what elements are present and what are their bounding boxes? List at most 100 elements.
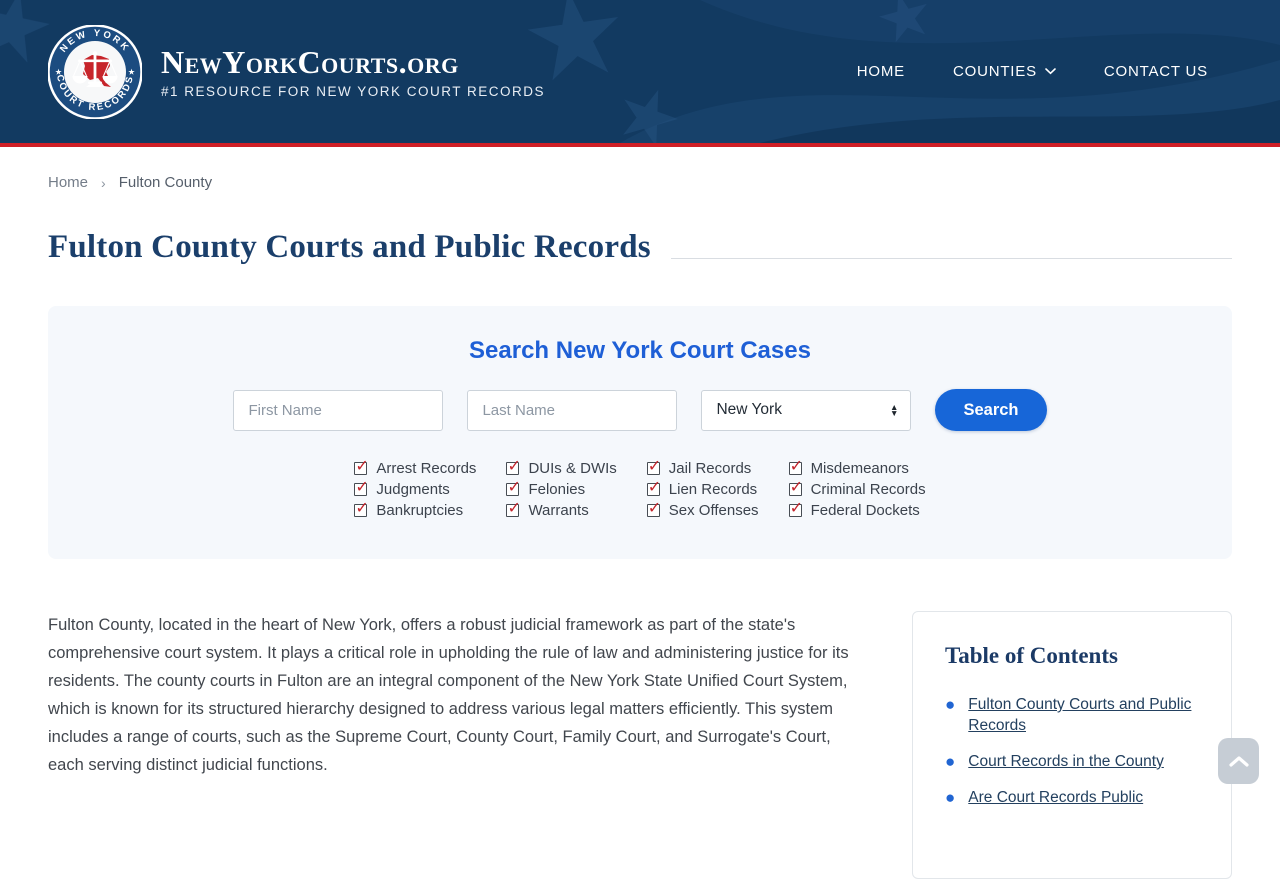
- search-panel: Search New York Court Cases New York ▲ ▼…: [48, 306, 1232, 559]
- checkbox-label: Federal Dockets: [811, 502, 920, 519]
- checkbox-criminal-records[interactable]: ✓ Criminal Records: [789, 479, 926, 500]
- site-logo[interactable]: NEW YORK COURT RECORDS NewYorkCourts.org…: [48, 25, 545, 119]
- checkbox-jail-records[interactable]: ✓ Jail Records: [647, 458, 759, 479]
- checked-checkbox-icon[interactable]: ✓: [789, 462, 802, 475]
- page-title: Fulton County Courts and Public Records: [48, 228, 651, 266]
- record-type-checkbox-grid: ✓ Arrest Records ✓ Judgments ✓ Bankruptc…: [48, 458, 1232, 521]
- main-row: Fulton County, located in the heart of N…: [48, 611, 1232, 879]
- checkbox-label: Sex Offenses: [669, 502, 759, 519]
- court-records-seal-icon: NEW YORK COURT RECORDS: [48, 25, 142, 119]
- toc-link-court-records-county[interactable]: Court Records in the County: [968, 751, 1164, 772]
- first-name-input[interactable]: [233, 390, 443, 431]
- check-icon: ✓: [507, 477, 520, 497]
- check-icon: ✓: [355, 498, 368, 518]
- checked-checkbox-icon[interactable]: ✓: [647, 483, 660, 496]
- checkbox-misdemeanors[interactable]: ✓ Misdemeanors: [789, 458, 926, 479]
- toc-heading: Table of Contents: [945, 643, 1199, 669]
- nav-counties-label: COUNTIES: [953, 63, 1037, 80]
- toc-link-fulton-county-courts[interactable]: Fulton County Courts and Public Records: [968, 694, 1199, 736]
- check-icon: ✓: [790, 456, 803, 476]
- nav-home[interactable]: HOME: [857, 63, 905, 80]
- checked-checkbox-icon[interactable]: ✓: [354, 504, 367, 517]
- nav-contact-us[interactable]: CONTACT US: [1104, 63, 1208, 80]
- checked-checkbox-icon[interactable]: ✓: [647, 504, 660, 517]
- search-heading: Search New York Court Cases: [48, 337, 1232, 365]
- checkbox-bankruptcies[interactable]: ✓ Bankruptcies: [354, 500, 476, 521]
- checkbox-warrants[interactable]: ✓ Warrants: [506, 500, 616, 521]
- article-text: Fulton County, located in the heart of N…: [48, 611, 870, 779]
- checked-checkbox-icon[interactable]: ✓: [647, 462, 660, 475]
- breadcrumb-separator-icon: ›: [101, 175, 106, 191]
- checkbox-label: Warrants: [528, 502, 588, 519]
- checked-checkbox-icon[interactable]: ✓: [789, 504, 802, 517]
- checkbox-duis-dwis[interactable]: ✓ DUIs & DWIs: [506, 458, 616, 479]
- checked-checkbox-icon[interactable]: ✓: [506, 462, 519, 475]
- brand-text: NewYorkCourts.org #1 RESOURCE FOR NEW YO…: [161, 45, 545, 99]
- check-icon: ✓: [648, 456, 661, 476]
- checked-checkbox-icon[interactable]: ✓: [506, 483, 519, 496]
- search-form-row: New York ▲ ▼ Search: [48, 389, 1232, 431]
- toc-link-are-court-records-public[interactable]: Are Court Records Public: [968, 787, 1143, 808]
- checkbox-label: Criminal Records: [811, 481, 926, 498]
- state-select[interactable]: New York ▲ ▼: [701, 390, 911, 431]
- checked-checkbox-icon[interactable]: ✓: [789, 483, 802, 496]
- check-icon: ✓: [648, 477, 661, 497]
- checked-checkbox-icon[interactable]: ✓: [354, 483, 367, 496]
- toc-item: ● Fulton County Courts and Public Record…: [945, 694, 1199, 736]
- toc-item: ● Are Court Records Public: [945, 787, 1199, 808]
- checkbox-sex-offenses[interactable]: ✓ Sex Offenses: [647, 500, 759, 521]
- check-icon: ✓: [507, 456, 520, 476]
- header-accent-rule: [0, 143, 1280, 147]
- checkbox-federal-dockets[interactable]: ✓ Federal Dockets: [789, 500, 926, 521]
- checkbox-column: ✓ Jail Records ✓ Lien Records ✓ Sex Offe…: [647, 458, 759, 521]
- checked-checkbox-icon[interactable]: ✓: [354, 462, 367, 475]
- nav-counties[interactable]: COUNTIES: [953, 63, 1056, 80]
- table-of-contents: Table of Contents ● Fulton County Courts…: [912, 611, 1232, 879]
- checkbox-label: Arrest Records: [376, 460, 476, 477]
- search-button[interactable]: Search: [935, 389, 1046, 431]
- bullet-icon: ●: [945, 787, 955, 808]
- checkbox-label: Jail Records: [669, 460, 752, 477]
- checkbox-judgments[interactable]: ✓ Judgments: [354, 479, 476, 500]
- checkbox-lien-records[interactable]: ✓ Lien Records: [647, 479, 759, 500]
- checked-checkbox-icon[interactable]: ✓: [506, 504, 519, 517]
- bullet-icon: ●: [945, 694, 955, 736]
- checkbox-arrest-records[interactable]: ✓ Arrest Records: [354, 458, 476, 479]
- check-icon: ✓: [355, 477, 368, 497]
- checkbox-label: Judgments: [376, 481, 449, 498]
- intro-paragraph: Fulton County, located in the heart of N…: [48, 611, 870, 779]
- checkbox-label: Misdemeanors: [811, 460, 909, 477]
- chevron-down-icon: [1045, 68, 1056, 75]
- main-nav: HOME COUNTIES CONTACT US: [857, 63, 1208, 80]
- site-title: NewYorkCourts.org: [161, 45, 545, 79]
- title-row: Fulton County Courts and Public Records: [48, 228, 1232, 266]
- last-name-input[interactable]: [467, 390, 677, 431]
- checkbox-label: Bankruptcies: [376, 502, 463, 519]
- check-icon: ✓: [790, 498, 803, 518]
- page-content: Home › Fulton County Fulton County Court…: [0, 174, 1280, 879]
- state-select-value: New York: [716, 401, 781, 419]
- scroll-to-top-button[interactable]: [1218, 738, 1259, 784]
- check-icon: ✓: [648, 498, 661, 518]
- checkbox-felonies[interactable]: ✓ Felonies: [506, 479, 616, 500]
- site-header: NEW YORK COURT RECORDS NewYorkCourts.org…: [0, 0, 1280, 143]
- header-inner: NEW YORK COURT RECORDS NewYorkCourts.org…: [0, 0, 1280, 143]
- checkbox-column: ✓ Arrest Records ✓ Judgments ✓ Bankruptc…: [354, 458, 476, 521]
- checkbox-column: ✓ DUIs & DWIs ✓ Felonies ✓ Warrants: [506, 458, 616, 521]
- site-tagline: #1 RESOURCE FOR NEW YORK COURT RECORDS: [161, 84, 545, 99]
- check-icon: ✓: [507, 498, 520, 518]
- toc-item: ● Court Records in the County: [945, 751, 1199, 772]
- checkbox-label: Felonies: [528, 481, 585, 498]
- caret-down-icon: ▼: [890, 410, 898, 417]
- breadcrumb-current: Fulton County: [119, 174, 212, 191]
- checkbox-label: DUIs & DWIs: [528, 460, 616, 477]
- checkbox-column: ✓ Misdemeanors ✓ Criminal Records ✓ Fede…: [789, 458, 926, 521]
- breadcrumb-home-link[interactable]: Home: [48, 174, 88, 191]
- toc-list: ● Fulton County Courts and Public Record…: [945, 694, 1199, 808]
- check-icon: ✓: [355, 456, 368, 476]
- title-divider: [671, 258, 1232, 259]
- bullet-icon: ●: [945, 751, 955, 772]
- breadcrumb: Home › Fulton County: [48, 174, 1232, 191]
- checkbox-label: Lien Records: [669, 481, 757, 498]
- chevron-up-icon: [1228, 755, 1250, 768]
